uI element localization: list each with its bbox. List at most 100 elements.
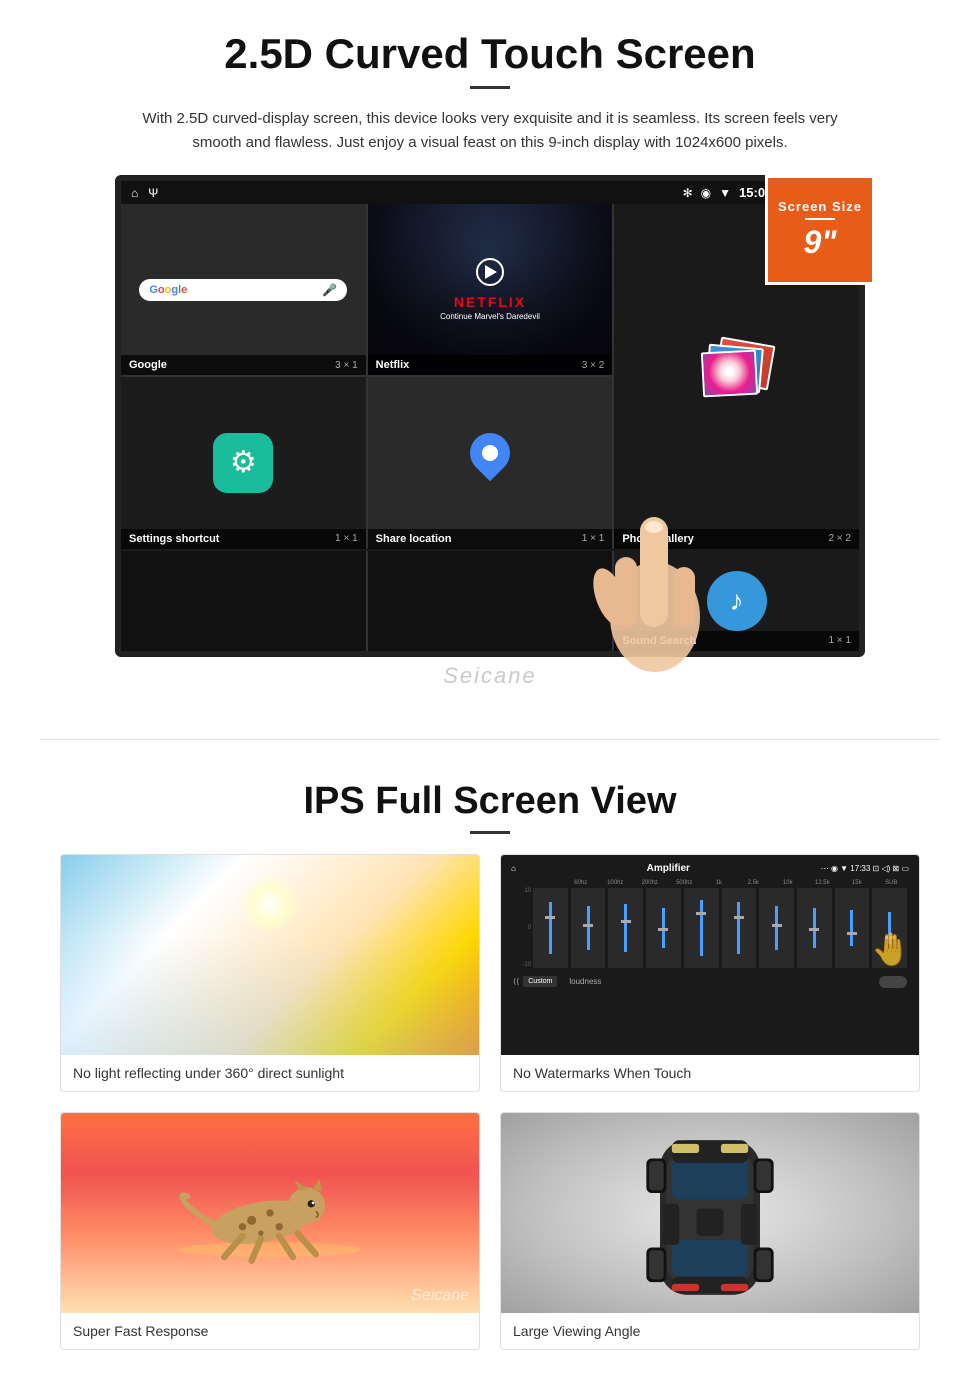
share-label: Share location 1 × 1 bbox=[368, 529, 613, 549]
badge-title: Screen Size bbox=[778, 199, 862, 214]
cheetah-image: Seicane bbox=[61, 1113, 479, 1313]
gear-icon: ⚙ bbox=[230, 445, 257, 480]
app-cell-google[interactable]: Google 🎤 Google 3 × 1 bbox=[121, 204, 366, 375]
feature-cheetah: Seicane Super Fast Response bbox=[60, 1112, 480, 1350]
amp-balance-label bbox=[513, 880, 563, 886]
netflix-logo: NETFLIX bbox=[454, 294, 526, 310]
app-cell-settings[interactable]: ⚙ Settings shortcut 1 × 1 bbox=[121, 377, 366, 548]
google-name: Google bbox=[129, 359, 167, 371]
bluetooth-icon: ✻ bbox=[683, 186, 693, 200]
cheetah-svg bbox=[130, 1158, 410, 1268]
amp-scale-bot: -10 bbox=[513, 962, 531, 968]
amp-freq-2: 100hz bbox=[600, 880, 632, 886]
amp-scale-top: 10 bbox=[513, 888, 531, 894]
section-ips: IPS Full Screen View No light reflecting… bbox=[0, 770, 980, 1380]
netflix-name: Netflix bbox=[376, 359, 410, 371]
gallery-label: Photo Gallery 2 × 2 bbox=[614, 529, 859, 549]
badge-divider bbox=[805, 218, 835, 220]
google-size: 3 × 1 bbox=[335, 360, 358, 371]
gallery-name: Photo Gallery bbox=[622, 533, 694, 545]
amp-freq-8: 12.5k bbox=[807, 880, 839, 886]
app-cell-share[interactable]: Share location 1 × 1 bbox=[368, 377, 613, 548]
section-curved-screen: 2.5D Curved Touch Screen With 2.5D curve… bbox=[0, 0, 980, 709]
feature-watermarks: ⌂ Amplifier ⋯ ◉ ▼ 17:33 ⊡ ◁) ⊠ ▭ 60hz 10… bbox=[500, 854, 920, 1092]
amp-loudness-toggle[interactable] bbox=[879, 976, 907, 988]
cheetah-watermark: Seicane bbox=[411, 1287, 469, 1305]
home-icon: ⌂ bbox=[131, 186, 138, 200]
share-size: 1 × 1 bbox=[582, 533, 605, 544]
sunlight-caption: No light reflecting under 360° direct su… bbox=[61, 1055, 479, 1091]
google-logo: Google bbox=[149, 284, 187, 296]
sunlight-image bbox=[61, 855, 479, 1055]
amp-freq-9: 15k bbox=[841, 880, 873, 886]
netflix-size: 3 × 2 bbox=[582, 360, 605, 371]
gallery-photo-3 bbox=[701, 350, 758, 398]
netflix-subtitle: Continue Marvel's Daredevil bbox=[440, 312, 540, 321]
amp-freq-5: 1k bbox=[703, 880, 735, 886]
feature-car: Large Viewing Angle bbox=[500, 1112, 920, 1350]
amp-header: ⌂ Amplifier ⋯ ◉ ▼ 17:33 ⊡ ◁) ⊠ ▭ bbox=[509, 863, 911, 874]
sunlight-flare bbox=[240, 875, 300, 935]
app-cell-netflix[interactable]: NETFLIX Continue Marvel's Daredevil Netf… bbox=[368, 204, 613, 375]
car-top-view-svg bbox=[630, 1113, 790, 1313]
amp-freq-7: 10k bbox=[772, 880, 804, 886]
amp-footer: ⟨⟨ Custom loudness bbox=[509, 972, 911, 992]
amp-prev-icon: ⟨⟨ bbox=[513, 977, 519, 986]
screen-mockup-wrapper: Screen Size 9" ⌂ Ψ ✻ ◉ ▼ 15:06 ⊡ ◁) ⊠ bbox=[115, 175, 865, 657]
section1-description: With 2.5D curved-display screen, this de… bbox=[140, 107, 840, 155]
sound-size: 1 × 1 bbox=[828, 635, 851, 646]
watermarks-caption: No Watermarks When Touch bbox=[501, 1055, 919, 1091]
settings-name: Settings shortcut bbox=[129, 533, 219, 545]
netflix-play-button[interactable] bbox=[476, 258, 504, 286]
screen-size-badge: Screen Size 9" bbox=[765, 175, 875, 285]
amp-loudness-label: loudness bbox=[569, 977, 601, 986]
amp-title: Amplifier bbox=[647, 863, 690, 874]
netflix-label: Netflix 3 × 2 bbox=[368, 355, 613, 375]
usb-icon: Ψ bbox=[148, 186, 158, 200]
google-search-bar[interactable]: Google 🎤 bbox=[139, 279, 347, 301]
play-triangle-icon bbox=[485, 265, 497, 279]
section2-title: IPS Full Screen View bbox=[60, 780, 920, 823]
amp-home-icon: ⌂ bbox=[511, 864, 516, 873]
sound-name: Sound Search bbox=[622, 635, 696, 647]
amp-freq-3: 200hz bbox=[634, 880, 666, 886]
settings-size: 1 × 1 bbox=[335, 533, 358, 544]
cheetah-caption: Super Fast Response bbox=[61, 1313, 479, 1349]
wifi-icon: ▼ bbox=[719, 186, 731, 200]
sound-label: Sound Search 1 × 1 bbox=[614, 631, 859, 651]
gallery-photos bbox=[697, 341, 777, 411]
share-name: Share location bbox=[376, 533, 452, 545]
amp-custom-btn[interactable]: Custom bbox=[523, 976, 557, 987]
status-bar: ⌂ Ψ ✻ ◉ ▼ 15:06 ⊡ ◁) ⊠ ▭ bbox=[121, 181, 859, 204]
features-grid: No light reflecting under 360° direct su… bbox=[60, 854, 920, 1350]
amp-freq-10: SUB bbox=[876, 880, 908, 886]
app-grid: Google 🎤 Google 3 × 1 bbox=[121, 204, 859, 549]
amp-freq-6: 2.5k bbox=[738, 880, 770, 886]
google-label: Google 3 × 1 bbox=[121, 355, 366, 375]
settings-label: Settings shortcut 1 × 1 bbox=[121, 529, 366, 549]
amp-freq-1: 60hz bbox=[565, 880, 597, 886]
car-caption: Large Viewing Angle bbox=[501, 1313, 919, 1349]
sound-icon-background: ♪ bbox=[707, 571, 767, 631]
app-cell-sound[interactable]: ♪ Sound Search 1 × 1 bbox=[614, 551, 859, 651]
section2-title-divider bbox=[470, 831, 510, 834]
section1-title: 2.5D Curved Touch Screen bbox=[60, 30, 920, 78]
amp-scale-mid: 0 bbox=[513, 925, 531, 931]
settings-icon-background: ⚙ bbox=[213, 433, 273, 493]
location-icon: ◉ bbox=[701, 186, 711, 200]
car-image bbox=[501, 1113, 919, 1313]
amplifier-image: ⌂ Amplifier ⋯ ◉ ▼ 17:33 ⊡ ◁) ⊠ ▭ 60hz 10… bbox=[501, 855, 919, 1055]
device-screen: ⌂ Ψ ✻ ◉ ▼ 15:06 ⊡ ◁) ⊠ ▭ bbox=[115, 175, 865, 657]
music-note-icon: ♪ bbox=[730, 585, 744, 617]
status-left: ⌂ Ψ bbox=[131, 186, 158, 200]
amp-freq-4: 500hz bbox=[669, 880, 701, 886]
amp-icons: ⋯ ◉ ▼ 17:33 ⊡ ◁) ⊠ ▭ bbox=[821, 864, 909, 873]
amp-hand-icon: 🤚 bbox=[871, 930, 911, 968]
feature-sunlight: No light reflecting under 360° direct su… bbox=[60, 854, 480, 1092]
gallery-size: 2 × 2 bbox=[828, 533, 851, 544]
microphone-icon: 🎤 bbox=[322, 283, 337, 297]
watermark-text: Seicane bbox=[60, 663, 920, 689]
section-divider bbox=[40, 739, 940, 740]
title-divider bbox=[470, 86, 510, 89]
maps-icon bbox=[465, 433, 515, 493]
